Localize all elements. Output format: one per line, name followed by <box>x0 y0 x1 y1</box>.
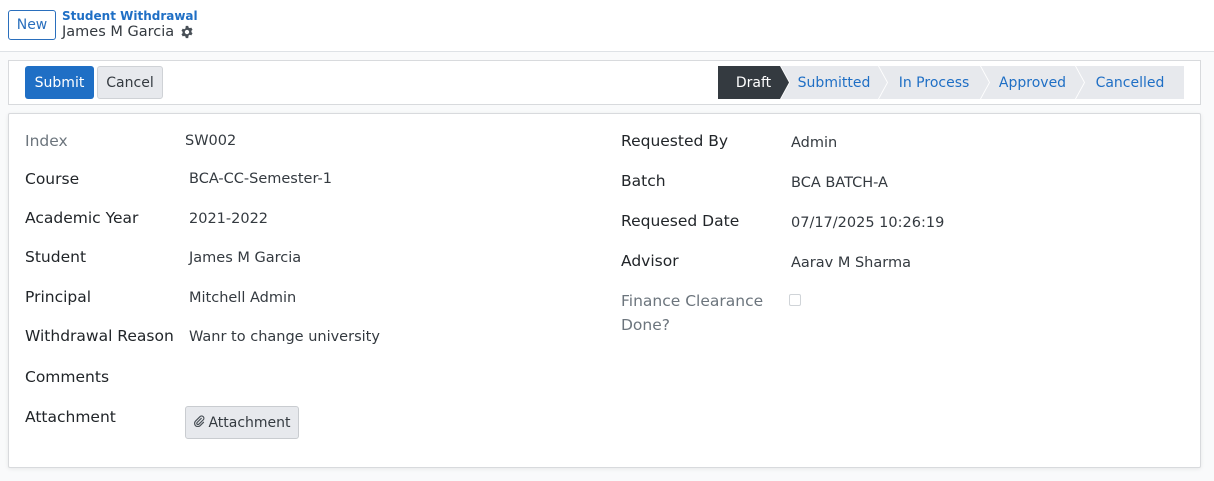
control-panel: New Student Withdrawal James M Garcia <box>0 0 1214 52</box>
status-bar: Submit Cancel Draft Submitted In Process… <box>8 60 1201 105</box>
course-label: Course <box>25 170 80 188</box>
stage-in-process[interactable]: In Process <box>879 66 989 99</box>
withdrawal-reason-field[interactable]: Wanr to change university <box>189 329 380 345</box>
finance-clearance-label-line1: Finance Clearance <box>621 292 764 310</box>
requested-by-label: Requested By <box>621 132 729 150</box>
cancel-button[interactable]: Cancel <box>97 66 163 99</box>
stage-draft[interactable]: Draft <box>718 66 789 99</box>
submit-button[interactable]: Submit <box>25 66 94 99</box>
stage-cancelled[interactable]: Cancelled <box>1076 66 1184 99</box>
batch-label: Batch <box>621 172 666 190</box>
advisor-label: Advisor <box>621 252 679 270</box>
attachment-button[interactable]: Attachment <box>185 406 299 439</box>
requested-date-label: Requesed Date <box>621 212 740 230</box>
record-name: James M Garcia <box>62 24 175 40</box>
paperclip-icon <box>193 414 205 431</box>
attachment-button-label: Attachment <box>208 414 291 431</box>
stage-approved[interactable]: Approved <box>981 66 1084 99</box>
comments-label: Comments <box>25 368 110 386</box>
finance-clearance-label-line2: Done? <box>621 316 671 334</box>
attachment-label: Attachment <box>25 408 116 426</box>
index-value: SW002 <box>185 133 237 149</box>
academic-year-field[interactable]: 2021-2022 <box>189 211 268 227</box>
new-button[interactable]: New <box>8 10 56 40</box>
stage-submitted[interactable]: Submitted <box>781 66 887 99</box>
student-label: Student <box>25 248 87 266</box>
gear-icon[interactable] <box>180 25 194 39</box>
academic-year-label: Academic Year <box>25 209 139 227</box>
requested-by-field[interactable]: Admin <box>791 135 837 151</box>
withdrawal-reason-label: Withdrawal Reason <box>25 327 174 345</box>
batch-field[interactable]: BCA BATCH-A <box>791 175 888 191</box>
student-field[interactable]: James M Garcia <box>189 250 301 266</box>
stage-pipeline: Draft Submitted In Process Approved Canc… <box>718 66 1184 99</box>
breadcrumb-student-withdrawal[interactable]: Student Withdrawal <box>62 9 198 23</box>
finance-clearance-checkbox[interactable] <box>789 294 801 306</box>
advisor-field[interactable]: Aarav M Sharma <box>791 255 911 271</box>
principal-label: Principal <box>25 288 92 306</box>
requested-date-field[interactable]: 07/17/2025 10:26:19 <box>791 215 944 231</box>
record-title: James M Garcia <box>62 24 194 40</box>
course-field[interactable]: BCA-CC-Semester-1 <box>189 171 332 187</box>
index-label: Index <box>25 132 68 150</box>
form-sheet: Index SW002 Course BCA-CC-Semester-1 Aca… <box>8 113 1201 468</box>
principal-field[interactable]: Mitchell Admin <box>189 290 296 306</box>
